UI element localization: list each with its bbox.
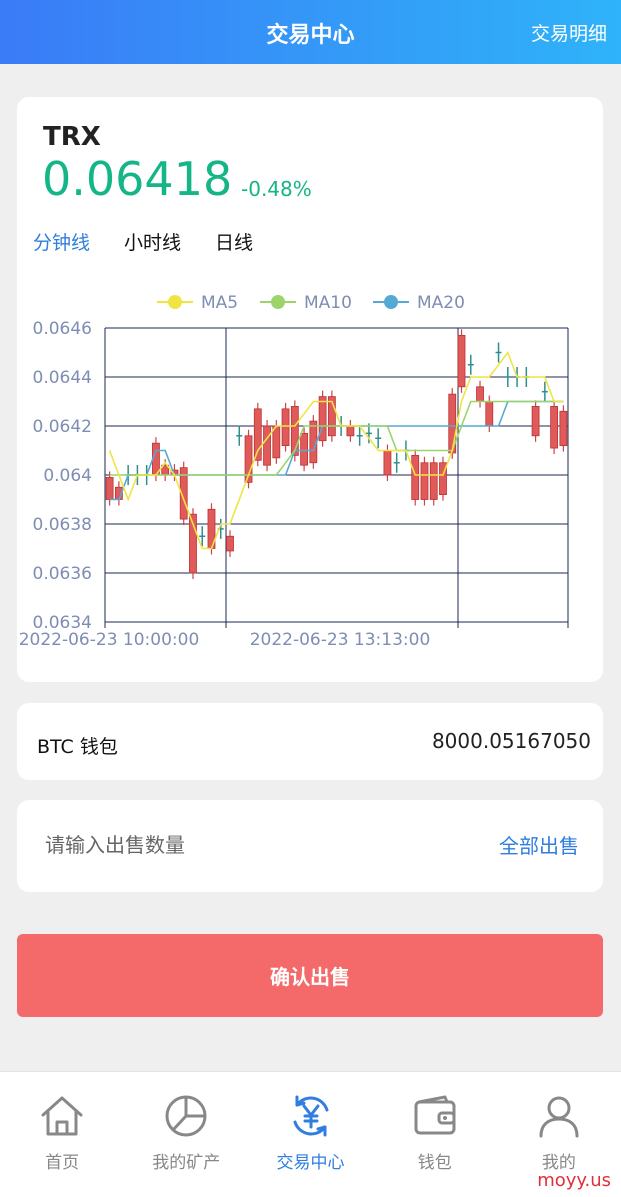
candle-body	[105, 477, 114, 500]
candle-body	[226, 535, 234, 552]
trade-details-link[interactable]: 交易明细	[531, 19, 607, 46]
candle-body	[476, 386, 484, 402]
wallet-name: BTC 钱包	[37, 736, 118, 758]
sell-all-button[interactable]: 全部出售	[499, 830, 579, 859]
candle-body	[290, 406, 299, 456]
candle-body	[457, 334, 466, 388]
market-chart-card: TRX 0.06418 -0.48% 分钟线 小时线 日线 0.0646 0.06…	[17, 97, 603, 682]
candle-body	[420, 462, 429, 500]
y-tick-label: 0.0644	[33, 368, 92, 388]
nav-home-label: 首页	[45, 1153, 80, 1173]
candle-body	[531, 406, 540, 437]
tab-minute[interactable]: 分钟线	[33, 228, 90, 255]
candle-body	[485, 401, 494, 427]
legend-label: MA5	[201, 293, 238, 313]
y-tick-label: 0.0638	[33, 515, 92, 535]
sell-quantity-input[interactable]	[45, 830, 445, 860]
yuan-exchange-icon	[293, 1095, 328, 1137]
tab-day[interactable]: 日线	[215, 228, 253, 255]
y-tick-label: 0.0636	[33, 564, 92, 584]
candle-body	[550, 406, 559, 449]
pie-chart-icon	[165, 1095, 207, 1137]
user-icon	[539, 1096, 579, 1138]
page-title: 交易中心	[266, 23, 355, 48]
home-icon	[41, 1096, 83, 1136]
nav-wallet[interactable]: 钱包	[373, 1072, 497, 1197]
wallet-balance: 8000.05167050	[431, 729, 591, 753]
quantity-card: 全部出售	[17, 800, 603, 892]
y-tick-label: 0.0642	[33, 417, 92, 437]
nav-trade-center[interactable]: 交易中心	[248, 1072, 372, 1197]
candlestick-chart[interactable]: 0.06460.06440.06420.0640.06380.06360.063…	[17, 292, 603, 662]
legend-marker	[384, 295, 398, 309]
y-tick-label: 0.064	[43, 466, 92, 486]
candle-body	[272, 425, 281, 459]
nav-home[interactable]: 首页	[0, 1072, 124, 1197]
candle-body	[559, 410, 568, 447]
legend-label: MA20	[417, 293, 465, 313]
nav-wallet-label: 钱包	[417, 1153, 452, 1173]
legend-marker	[271, 295, 285, 309]
tab-hour[interactable]: 小时线	[124, 228, 181, 255]
confirm-sell-button[interactable]: 确认出售	[17, 934, 603, 1017]
app-header: 交易中心 交易明细	[0, 0, 621, 64]
legend-label: MA10	[304, 293, 352, 313]
interval-tabs: 分钟线 小时线 日线	[33, 228, 287, 255]
candle-body	[383, 450, 392, 476]
candle-body	[300, 432, 308, 466]
watermark: moyy.us	[537, 1170, 611, 1191]
candle-body	[263, 425, 271, 466]
ma5-line	[108, 350, 564, 550]
nav-my-assets-label: 我的矿产	[152, 1153, 221, 1173]
nav-trade-center-label: 交易中心	[276, 1153, 345, 1173]
legend-marker	[168, 295, 182, 309]
candle-body	[281, 408, 290, 446]
ticker-symbol: TRX	[43, 122, 101, 152]
candle-body	[346, 425, 355, 437]
x-tick-label: 2022-06-23 10:00:00	[19, 630, 200, 650]
candle-body	[411, 454, 420, 500]
bottom-nav: 首页 我的矿产 交易中心 钱包 我的	[0, 1071, 621, 1197]
wallet-card: BTC 钱包 8000.05167050	[17, 703, 603, 780]
x-tick-label: 2022-06-23 13:13:00	[250, 630, 431, 650]
wallet-icon	[414, 1095, 456, 1135]
y-tick-label: 0.0646	[33, 319, 92, 339]
nav-my-assets[interactable]: 我的矿产	[124, 1072, 248, 1197]
candle-body	[429, 462, 438, 500]
ticker-change: -0.48%	[241, 177, 312, 201]
ticker-price: 0.06418	[42, 152, 233, 206]
